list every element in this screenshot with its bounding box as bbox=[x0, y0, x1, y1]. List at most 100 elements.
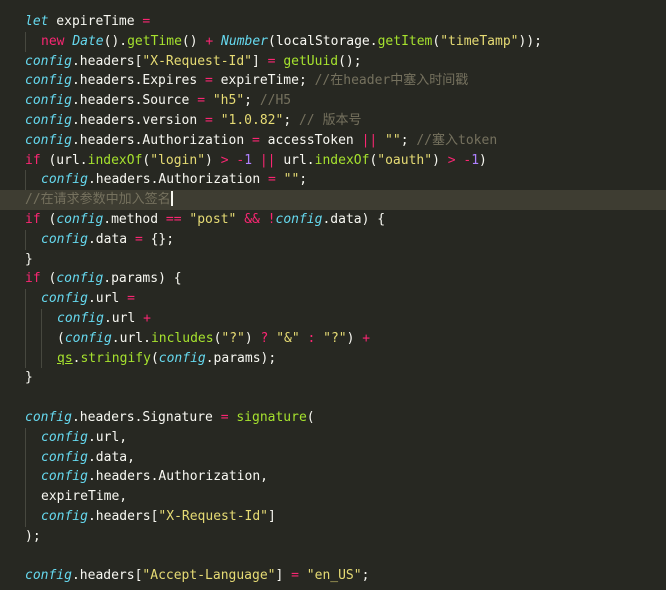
indent-guide bbox=[25, 348, 26, 369]
code-token: ) bbox=[346, 330, 363, 346]
code-token: .headers.Authorization bbox=[71, 132, 252, 148]
code-token: (url. bbox=[40, 152, 88, 168]
indent-guide bbox=[25, 467, 26, 488]
code-token: .data bbox=[87, 231, 135, 247]
code-token: config bbox=[25, 93, 72, 109]
code-token: signature bbox=[236, 410, 307, 425]
code-token: "en_US" bbox=[306, 568, 362, 584]
code-line[interactable]: if (url.indexOf("login") > -1 || url.ind… bbox=[0, 151, 666, 171]
code-token: = bbox=[267, 172, 276, 188]
code-token: config bbox=[25, 53, 72, 69]
code-token: if bbox=[25, 212, 41, 227]
code-token: ; bbox=[299, 172, 308, 188]
code-line[interactable]: } bbox=[0, 250, 666, 270]
code-token: ( bbox=[40, 212, 57, 227]
code-token: ; bbox=[283, 113, 299, 128]
code-token: config bbox=[25, 73, 72, 89]
code-token: ; bbox=[400, 132, 417, 148]
code-line[interactable]: config.headers.Signature = signature( bbox=[0, 408, 666, 428]
code-token: "1.0.82" bbox=[220, 113, 284, 128]
code-token: .url. bbox=[111, 330, 151, 346]
code-line[interactable]: config.headers.Authorization = ""; bbox=[0, 170, 666, 191]
code-token: qs bbox=[57, 350, 73, 366]
code-token: config bbox=[41, 509, 88, 524]
code-token: = bbox=[205, 73, 213, 89]
code-line[interactable]: config.headers["X-Request-Id"] = getUuid… bbox=[0, 52, 666, 72]
code-line[interactable]: if (config.params) { bbox=[0, 269, 666, 289]
code-token: .headers[ bbox=[71, 568, 143, 584]
code-line[interactable]: qs.stringify(config.params); bbox=[0, 348, 666, 369]
code-line[interactable]: config.headers.Authorization, bbox=[0, 467, 666, 488]
code-token: "timeTamp" bbox=[440, 33, 519, 49]
code-line[interactable]: new Date().getTime() + Number(localStora… bbox=[0, 31, 666, 52]
code-token: ) bbox=[432, 152, 448, 168]
code-line[interactable]: config.headers.Expires = expireTime; //在… bbox=[0, 71, 666, 91]
code-line[interactable]: config.url + bbox=[0, 309, 666, 329]
code-line[interactable]: config.data = {}; bbox=[0, 229, 666, 250]
code-token: = bbox=[197, 93, 206, 109]
code-line[interactable]: ); bbox=[0, 527, 666, 547]
code-token: 1 bbox=[244, 152, 253, 168]
code-token: config bbox=[25, 113, 72, 128]
code-line[interactable]: //在请求参数中加入签名 bbox=[0, 190, 666, 210]
code-line[interactable]: if (config.method == "post" && !config.d… bbox=[0, 210, 666, 230]
code-token: && bbox=[244, 212, 260, 227]
code-line[interactable] bbox=[0, 388, 666, 408]
code-line[interactable]: config.headers["Accept-Language"] = "en_… bbox=[0, 566, 666, 586]
code-token: == bbox=[165, 212, 182, 227]
code-token: + bbox=[362, 330, 371, 346]
code-line[interactable]: config.headers.version = "1.0.82"; // 版本… bbox=[0, 111, 666, 131]
code-line[interactable]: config.url = bbox=[0, 289, 666, 309]
code-token: includes bbox=[150, 330, 214, 346]
code-token: .headers.Expires bbox=[71, 73, 206, 89]
code-token: ); bbox=[25, 528, 41, 544]
code-line[interactable]: (config.url.includes("?") ? "&" : "?") + bbox=[0, 328, 666, 349]
code-line[interactable]: let expireTime = bbox=[0, 12, 666, 32]
code-token: // 版本号 bbox=[298, 113, 362, 128]
code-token: = bbox=[220, 410, 229, 425]
code-editor[interactable]: let expireTime = new Date().getTime() + N… bbox=[0, 0, 666, 590]
code-line[interactable] bbox=[0, 547, 666, 567]
code-line[interactable]: config.headers["X-Request-Id"] bbox=[0, 507, 666, 527]
code-token: config bbox=[41, 449, 88, 465]
code-token: > bbox=[447, 152, 456, 168]
code-token: } bbox=[25, 251, 33, 267]
code-token: "" bbox=[385, 132, 401, 148]
code-token: = bbox=[127, 291, 135, 307]
code-token: .headers.Source bbox=[71, 93, 198, 109]
code-token: .url bbox=[87, 291, 128, 307]
code-token: config bbox=[57, 311, 104, 326]
code-token: .headers[ bbox=[87, 509, 159, 524]
code-token: ] bbox=[275, 568, 292, 584]
code-line[interactable]: } bbox=[0, 368, 666, 388]
code-line[interactable]: config.url, bbox=[0, 427, 666, 448]
code-token: getItem bbox=[377, 33, 433, 49]
code-token: .params); bbox=[205, 350, 277, 366]
code-token: .data) { bbox=[322, 212, 386, 227]
code-token: = bbox=[142, 14, 151, 29]
code-token: || bbox=[259, 152, 276, 168]
code-line[interactable]: config.headers.Authorization = accessTok… bbox=[0, 131, 666, 151]
indent-guide bbox=[41, 348, 42, 369]
indent-guide bbox=[25, 328, 26, 349]
code-token: expireTime; bbox=[212, 73, 315, 89]
code-token: getTime bbox=[127, 33, 182, 49]
code-token: = bbox=[291, 568, 299, 584]
code-token: ( bbox=[40, 271, 57, 287]
code-token: ( bbox=[57, 330, 65, 346]
code-token: + bbox=[143, 311, 151, 326]
code-token: (localStorage. bbox=[268, 33, 378, 49]
code-line[interactable]: config.data, bbox=[0, 447, 666, 468]
code-token: config bbox=[41, 291, 88, 307]
code-token: accessToken bbox=[259, 132, 362, 148]
indent-guide bbox=[25, 31, 26, 52]
code-token: config bbox=[41, 469, 88, 485]
code-line[interactable]: expireTime, bbox=[0, 487, 666, 507]
code-line[interactable]: config.headers.Source = "h5"; //H5 bbox=[0, 91, 666, 111]
code-token: > bbox=[220, 152, 229, 168]
code-token: .method bbox=[103, 212, 166, 227]
